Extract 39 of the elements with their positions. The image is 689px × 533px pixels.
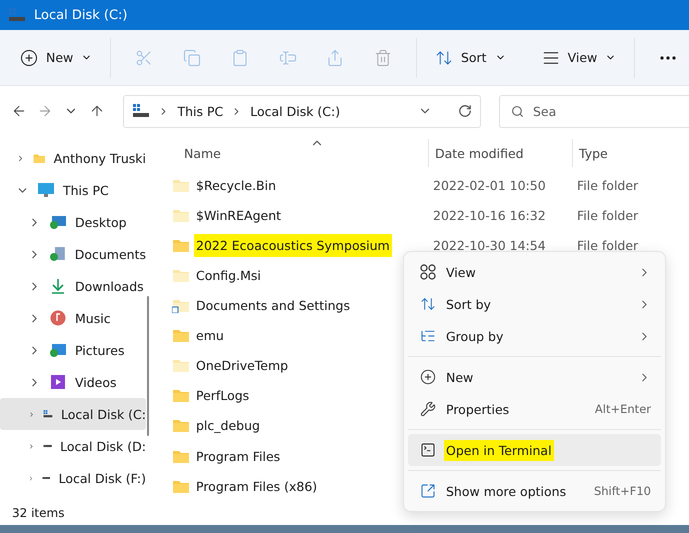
sidebar-label: Music — [75, 310, 111, 326]
file-name: emu — [195, 327, 225, 346]
menu-label: Group by — [445, 328, 504, 346]
file-name: OneDriveTemp — [195, 357, 290, 376]
file-name: $WinREAgent — [195, 207, 282, 226]
date-cell-text: 2022-10-16 16:32 — [432, 208, 547, 224]
sidebar-label: Local Disk (C: — [60, 406, 146, 422]
file-name: Documents and Settings — [195, 297, 352, 316]
menu-label: View — [445, 264, 477, 282]
type-cell-text: File folder — [576, 208, 640, 224]
file-name: Program Files — [195, 448, 282, 466]
sidebar-label: Desktop — [75, 214, 127, 230]
sidebar-label: Local Disk (D: — [60, 438, 146, 454]
shortcut-text: Shift+F10 — [594, 484, 651, 498]
type-cell-text: File folder — [576, 238, 640, 254]
sidebar-label: This PC — [63, 182, 109, 198]
file-name: 2022 Ecoacoustics Symposium — [194, 234, 392, 258]
file-name: Config.Msi — [195, 267, 262, 286]
item-count: 32 items — [12, 506, 64, 520]
sidebar-label: Documents — [74, 246, 146, 262]
date-cell-text: 2022-10-30 14:54 — [432, 238, 547, 254]
menu-label: Properties — [445, 400, 510, 419]
sidebar-label: Videos — [75, 374, 117, 390]
sidebar-label: Anthony Truski — [54, 150, 146, 166]
file-name: plc_debug — [195, 417, 261, 436]
sidebar-label: Downloads — [75, 278, 144, 294]
window-title: Local Disk (C:) — [34, 8, 128, 22]
menu-label: Sort by — [445, 296, 492, 314]
date-cell-text: 2022-02-01 10:50 — [432, 178, 547, 194]
type-cell-text: File folder — [576, 178, 640, 194]
menu-label: Show more options — [445, 482, 568, 501]
menu-label: Open in Terminal — [444, 440, 554, 460]
sidebar-label: Local Disk (F:) — [58, 470, 146, 486]
sidebar-label: Pictures — [75, 342, 124, 358]
file-name: PerfLogs — [195, 387, 250, 406]
shortcut-text: Alt+Enter — [594, 402, 651, 416]
file-name: $Recycle.Bin — [195, 177, 278, 196]
file-name: Program Files (x86) — [195, 478, 318, 496]
menu-label: New — [445, 368, 474, 386]
